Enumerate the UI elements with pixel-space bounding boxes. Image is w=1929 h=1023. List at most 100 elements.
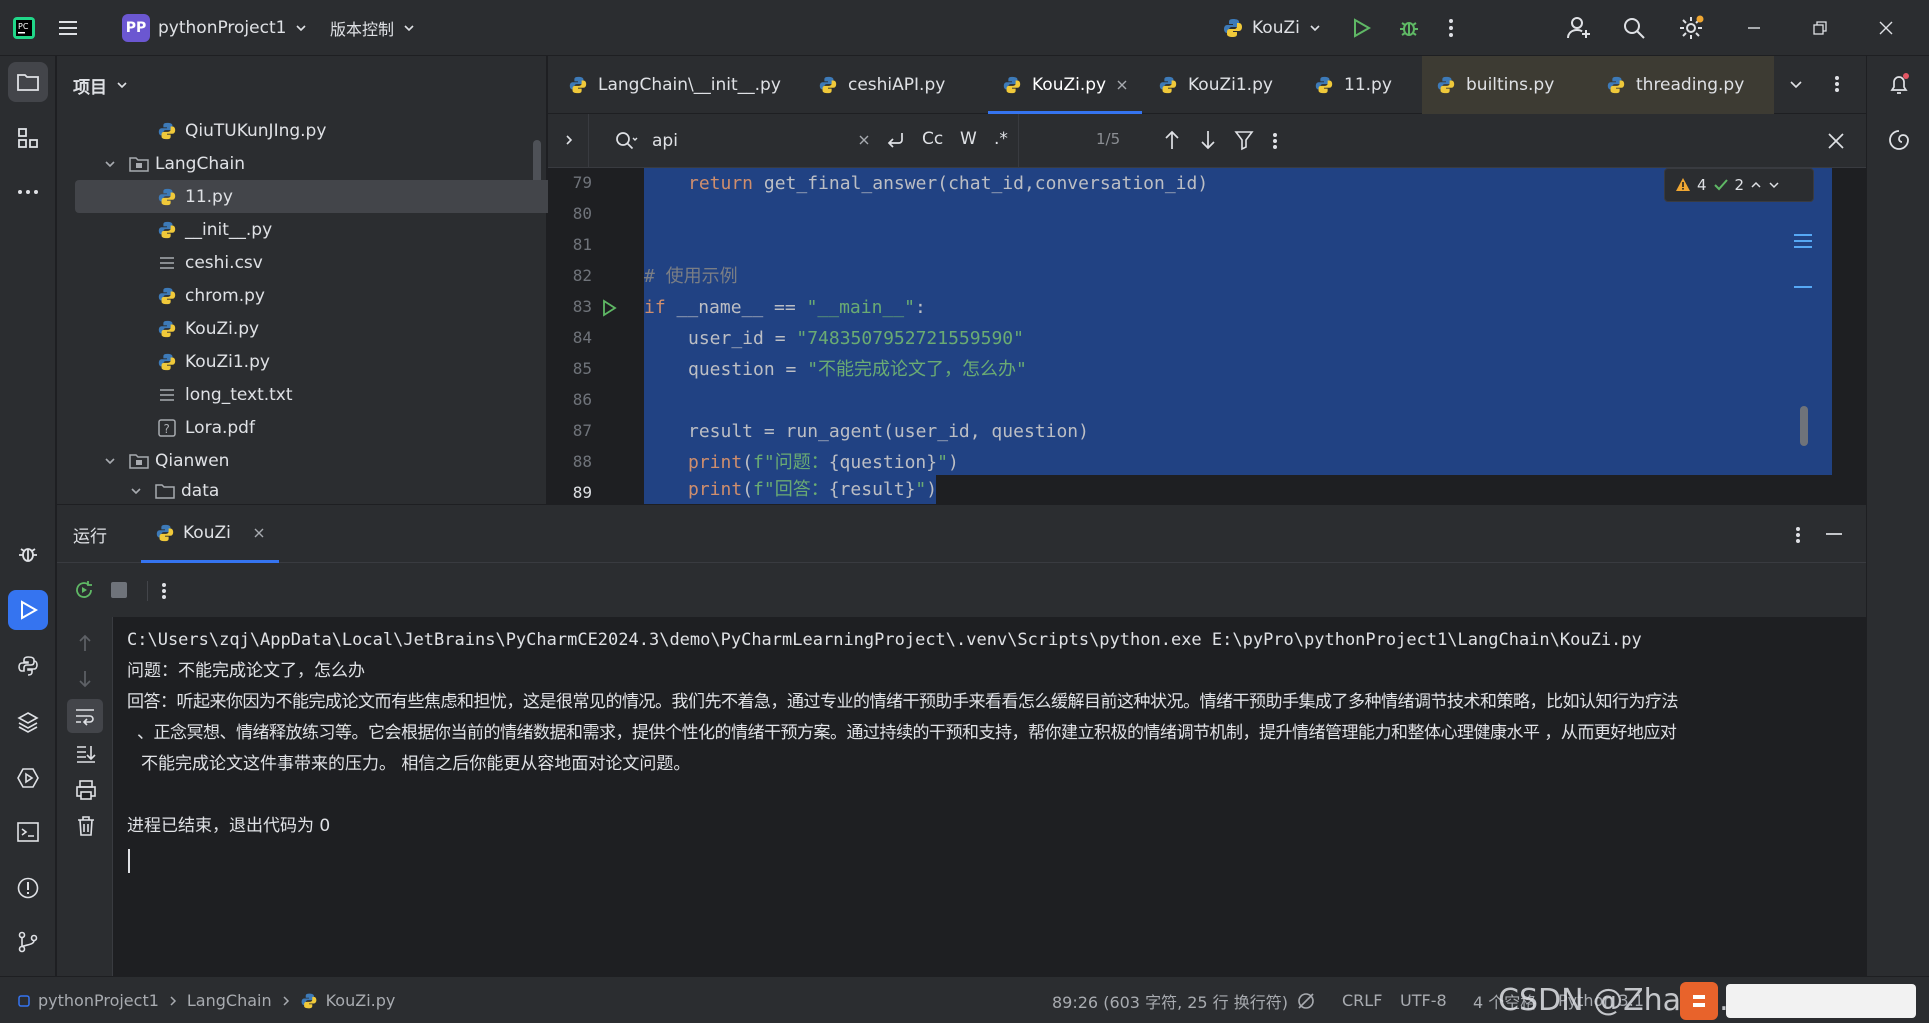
scroll-up-icon[interactable] (75, 633, 95, 653)
new-line-icon[interactable] (884, 129, 906, 151)
scroll-down-icon[interactable] (75, 669, 95, 689)
expand-replace-icon[interactable] (562, 133, 576, 147)
add-user-icon[interactable] (1566, 0, 1592, 56)
ai-assistant-icon[interactable] (1879, 120, 1919, 160)
tree-item[interactable]: KouZi1.py (57, 345, 527, 378)
tree-item-label: __init__.py (185, 219, 273, 240)
regex-toggle[interactable]: .* (994, 129, 1008, 149)
tree-item[interactable]: long_text.txt (57, 378, 527, 411)
debug-button[interactable] (1398, 0, 1420, 56)
trash-icon[interactable] (75, 815, 97, 837)
run-tab-kouzi[interactable]: KouZi (141, 505, 279, 563)
stop-icon[interactable] (111, 582, 127, 598)
tree-item[interactable]: KouZi.py (57, 312, 527, 345)
close-window-icon[interactable] (1878, 0, 1894, 56)
project-tool-button[interactable] (8, 62, 48, 102)
inspection-off-icon[interactable] (1296, 977, 1316, 1023)
search-icon[interactable] (1622, 0, 1646, 56)
tree-item-selected[interactable]: 11.py (75, 180, 589, 213)
soft-wrap-icon[interactable] (67, 699, 103, 733)
editor-tab[interactable]: threading.py (1592, 56, 1774, 114)
restore-window-icon[interactable] (1812, 0, 1828, 56)
tree-folder[interactable]: data (57, 477, 527, 504)
run-button[interactable] (1350, 0, 1372, 56)
caret-position[interactable]: 89:26 (603 字符, 25 行 换行符) (1052, 977, 1288, 1023)
run-toolbar-more-icon[interactable] (161, 581, 167, 601)
tree-scrollbar[interactable] (533, 140, 541, 184)
run-tool-button[interactable] (8, 590, 48, 630)
problems-tool-button[interactable] (8, 868, 48, 908)
code-area[interactable]: 4 2 return get_final_answer(chat_id,conv… (644, 168, 1866, 504)
editor-tab[interactable]: 11.py (1300, 56, 1406, 114)
editor-tab[interactable]: builtins.py (1422, 56, 1592, 114)
next-match-icon[interactable] (1198, 129, 1218, 151)
main-menu-icon[interactable] (56, 0, 80, 56)
git-tool-button[interactable] (8, 922, 48, 962)
run-config-selector[interactable]: KouZi (1222, 0, 1322, 56)
tree-item[interactable]: QiuTUKunJIng.py (57, 114, 527, 147)
editor-tab[interactable]: ceshiAPI.py (804, 56, 959, 114)
minimize-window-icon[interactable] (1746, 0, 1762, 56)
more-tools-icon[interactable] (8, 172, 48, 212)
ime-bar[interactable] (1726, 983, 1916, 1018)
find-more-icon[interactable] (1272, 131, 1278, 151)
clear-search-icon[interactable] (858, 134, 870, 146)
tab-label: 11.py (1344, 75, 1392, 95)
editor-tab[interactable]: KouZi1.py (1144, 56, 1287, 114)
whole-word-toggle[interactable]: W (960, 129, 977, 149)
run-panel-more-icon[interactable] (1795, 525, 1801, 545)
tree-folder[interactable]: LangChain (57, 147, 527, 180)
debug-tool-button[interactable] (8, 534, 48, 574)
tree-item[interactable]: ceshi.csv (57, 246, 527, 279)
previous-match-icon[interactable] (1162, 129, 1182, 151)
filter-icon[interactable] (1234, 129, 1254, 151)
structure-tool-button[interactable] (8, 118, 48, 158)
find-input[interactable] (652, 126, 882, 156)
line-separator[interactable]: CRLF (1342, 977, 1382, 1023)
close-find-icon[interactable] (1826, 131, 1846, 151)
services-icon (17, 768, 39, 788)
tree-item[interactable]: ? Lora.pdf (57, 411, 527, 444)
console-output[interactable]: C:\Users\zqj\AppData\Local\JetBrains\PyC… (127, 617, 1847, 976)
file-encoding[interactable]: UTF-8 (1400, 977, 1447, 1023)
tree-item[interactable]: __init__.py (57, 213, 527, 246)
python-file-icon (1315, 76, 1333, 94)
line-number: 81 (572, 235, 592, 254)
print-icon[interactable] (75, 779, 97, 801)
pycharm-logo-icon[interactable]: PC (12, 0, 36, 56)
python-file-icon (158, 122, 176, 139)
notifications-bell-icon[interactable] (1879, 64, 1919, 104)
hide-panel-icon[interactable] (1825, 527, 1843, 541)
tab-list-chevron-icon[interactable] (1788, 76, 1804, 92)
search-icon[interactable] (614, 130, 638, 152)
breadcrumb-item[interactable]: KouZi.py (326, 991, 396, 1010)
close-tab-icon[interactable] (1116, 79, 1128, 91)
editor-scrollbar[interactable] (1800, 406, 1808, 446)
editor-tab[interactable]: LangChain\__init__.py (554, 56, 795, 114)
run-tab-label: KouZi (183, 522, 231, 543)
tree-item-label: KouZi1.py (185, 351, 270, 372)
breadcrumb-item[interactable]: pythonProject1 (38, 991, 159, 1010)
project-switcher[interactable]: PP pythonProject1 (122, 0, 308, 56)
breadcrumb-item[interactable]: LangChain (187, 991, 272, 1010)
project-panel-header[interactable]: 项目 (73, 56, 129, 114)
chevron-up-icon[interactable] (1750, 179, 1762, 191)
match-case-toggle[interactable]: Cc (922, 129, 943, 149)
python-packages-button[interactable] (8, 702, 48, 742)
close-tab-icon[interactable] (253, 527, 265, 539)
chevron-down-icon[interactable] (1768, 179, 1780, 191)
vcs-menu[interactable]: 版本控制 (330, 0, 416, 56)
settings-gear-icon[interactable] (1678, 0, 1704, 56)
terminal-tool-button[interactable] (8, 812, 48, 852)
tree-folder[interactable]: Qianwen (57, 444, 527, 477)
scroll-to-end-icon[interactable] (75, 743, 97, 765)
tree-item[interactable]: chrom.py (57, 279, 527, 312)
tab-more-icon[interactable] (1834, 74, 1840, 94)
editor-tab-active[interactable]: KouZi.py (988, 56, 1143, 114)
inspection-widget[interactable]: 4 2 (1664, 168, 1814, 202)
run-gutter-icon[interactable] (600, 299, 618, 317)
services-tool-button[interactable] (8, 758, 48, 798)
more-actions-icon[interactable] (1448, 0, 1454, 56)
python-console-button[interactable] (8, 646, 48, 686)
rerun-icon[interactable] (73, 579, 95, 601)
